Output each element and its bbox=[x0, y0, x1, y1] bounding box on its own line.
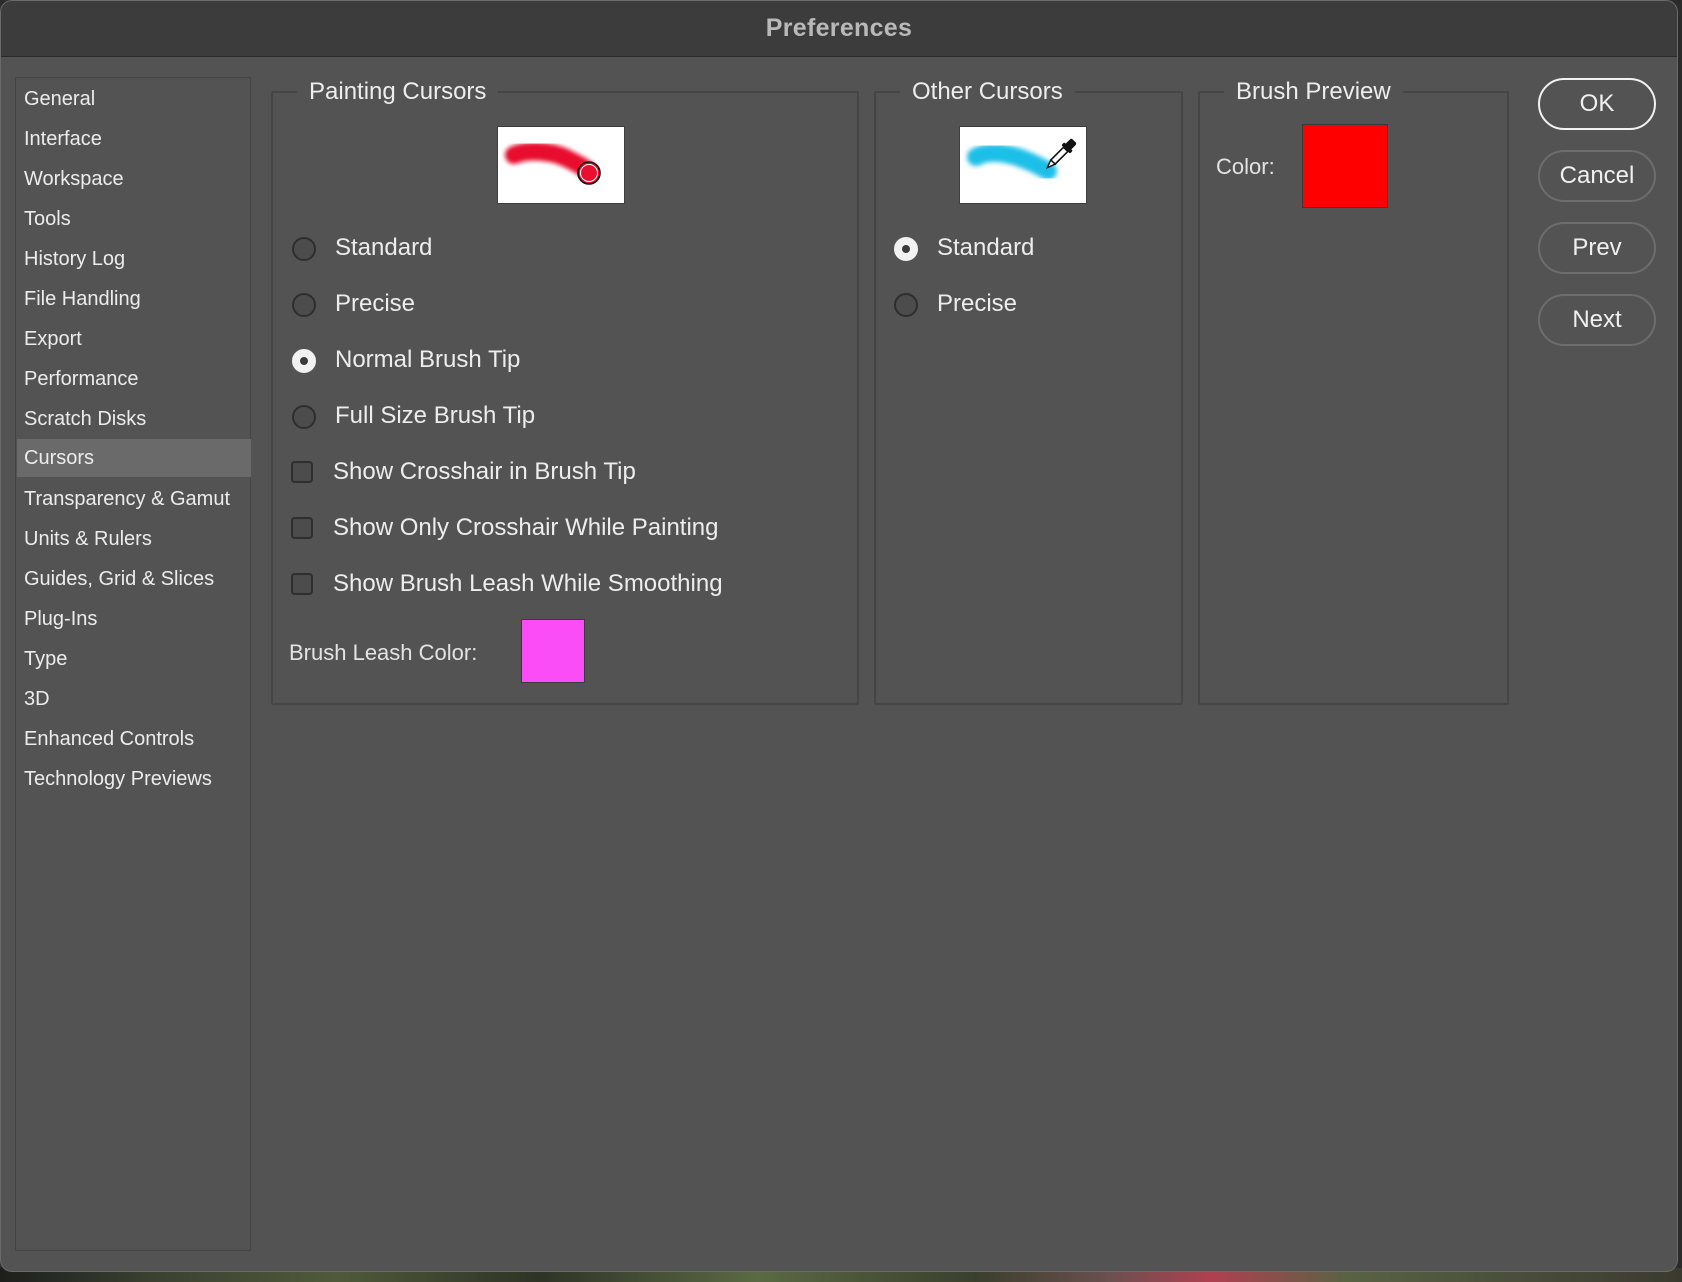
other-cursors-title: Other Cursors bbox=[912, 78, 1063, 105]
brush-leash-color-swatch[interactable] bbox=[521, 619, 585, 683]
other-precise-radio[interactable] bbox=[894, 293, 918, 317]
sidebar-item-file-handling[interactable]: File Handling bbox=[17, 281, 251, 317]
sidebar-item-performance[interactable]: Performance bbox=[17, 361, 251, 397]
painting-standard-radio[interactable] bbox=[292, 237, 316, 261]
sidebar-item-cursors[interactable]: Cursors bbox=[17, 439, 251, 477]
dialog-title: Preferences bbox=[765, 14, 913, 42]
show-only-crosshair-label[interactable]: Show Only Crosshair While Painting bbox=[333, 513, 719, 543]
sidebar-item-type[interactable]: Type bbox=[17, 641, 251, 677]
painting-cursor-preview bbox=[497, 126, 625, 204]
brush-leash-color-label: Brush Leash Color: bbox=[289, 640, 478, 665]
painting-standard-label[interactable]: Standard bbox=[335, 233, 432, 263]
show-brush-leash-checkbox[interactable] bbox=[291, 573, 313, 595]
sidebar-item-general[interactable]: General bbox=[17, 81, 251, 117]
brush-preview-title: Brush Preview bbox=[1236, 78, 1391, 105]
other-precise-label[interactable]: Precise bbox=[937, 289, 1017, 319]
preferences-sidebar: General Interface Workspace Tools Histor… bbox=[15, 77, 251, 1251]
sidebar-item-plug-ins[interactable]: Plug-Ins bbox=[17, 601, 251, 637]
painting-cursors-title: Painting Cursors bbox=[309, 78, 487, 105]
other-standard-radio[interactable] bbox=[894, 237, 918, 261]
sidebar-item-tools[interactable]: Tools bbox=[17, 201, 251, 237]
cancel-button[interactable]: Cancel bbox=[1538, 150, 1656, 202]
red-brush-stroke-icon bbox=[505, 142, 601, 185]
sidebar-item-guides-grid-slices[interactable]: Guides, Grid & Slices bbox=[17, 561, 251, 597]
painting-precise-radio[interactable] bbox=[292, 293, 316, 317]
sidebar-item-units-rulers[interactable]: Units & Rulers bbox=[17, 521, 251, 557]
sidebar-item-scratch-disks[interactable]: Scratch Disks bbox=[17, 401, 251, 437]
full-size-brush-tip-radio[interactable] bbox=[292, 405, 316, 429]
normal-brush-tip-label[interactable]: Normal Brush Tip bbox=[335, 345, 520, 375]
prev-button[interactable]: Prev bbox=[1538, 222, 1656, 274]
brush-preview-color-swatch[interactable] bbox=[1302, 124, 1388, 208]
sidebar-item-technology-previews[interactable]: Technology Previews bbox=[17, 761, 251, 797]
sidebar-item-interface[interactable]: Interface bbox=[17, 121, 251, 157]
show-crosshair-label[interactable]: Show Crosshair in Brush Tip bbox=[333, 457, 636, 487]
other-standard-label[interactable]: Standard bbox=[937, 233, 1034, 263]
ok-button[interactable]: OK bbox=[1538, 78, 1656, 130]
dialog-titlebar[interactable]: Preferences bbox=[1, 1, 1677, 57]
other-cursor-preview bbox=[959, 126, 1087, 204]
preferences-dialog: Preferences General Interface Workspace … bbox=[0, 0, 1678, 1272]
show-brush-leash-label[interactable]: Show Brush Leash While Smoothing bbox=[333, 569, 723, 599]
next-button[interactable]: Next bbox=[1538, 294, 1656, 346]
sidebar-item-export[interactable]: Export bbox=[17, 321, 251, 357]
sidebar-item-transparency-gamut[interactable]: Transparency & Gamut bbox=[17, 481, 251, 517]
brush-preview-color-label: Color: bbox=[1216, 154, 1275, 179]
show-only-crosshair-checkbox[interactable] bbox=[291, 517, 313, 539]
sidebar-item-enhanced-controls[interactable]: Enhanced Controls bbox=[17, 721, 251, 757]
sidebar-item-3d[interactable]: 3D bbox=[17, 681, 251, 717]
sidebar-item-history-log[interactable]: History Log bbox=[17, 241, 251, 277]
normal-brush-tip-radio[interactable] bbox=[292, 349, 316, 373]
show-crosshair-checkbox[interactable] bbox=[291, 461, 313, 483]
sidebar-item-workspace[interactable]: Workspace bbox=[17, 161, 251, 197]
eyedropper-cursor-icon bbox=[967, 138, 1077, 180]
painting-precise-label[interactable]: Precise bbox=[335, 289, 415, 319]
full-size-brush-tip-label[interactable]: Full Size Brush Tip bbox=[335, 401, 535, 431]
